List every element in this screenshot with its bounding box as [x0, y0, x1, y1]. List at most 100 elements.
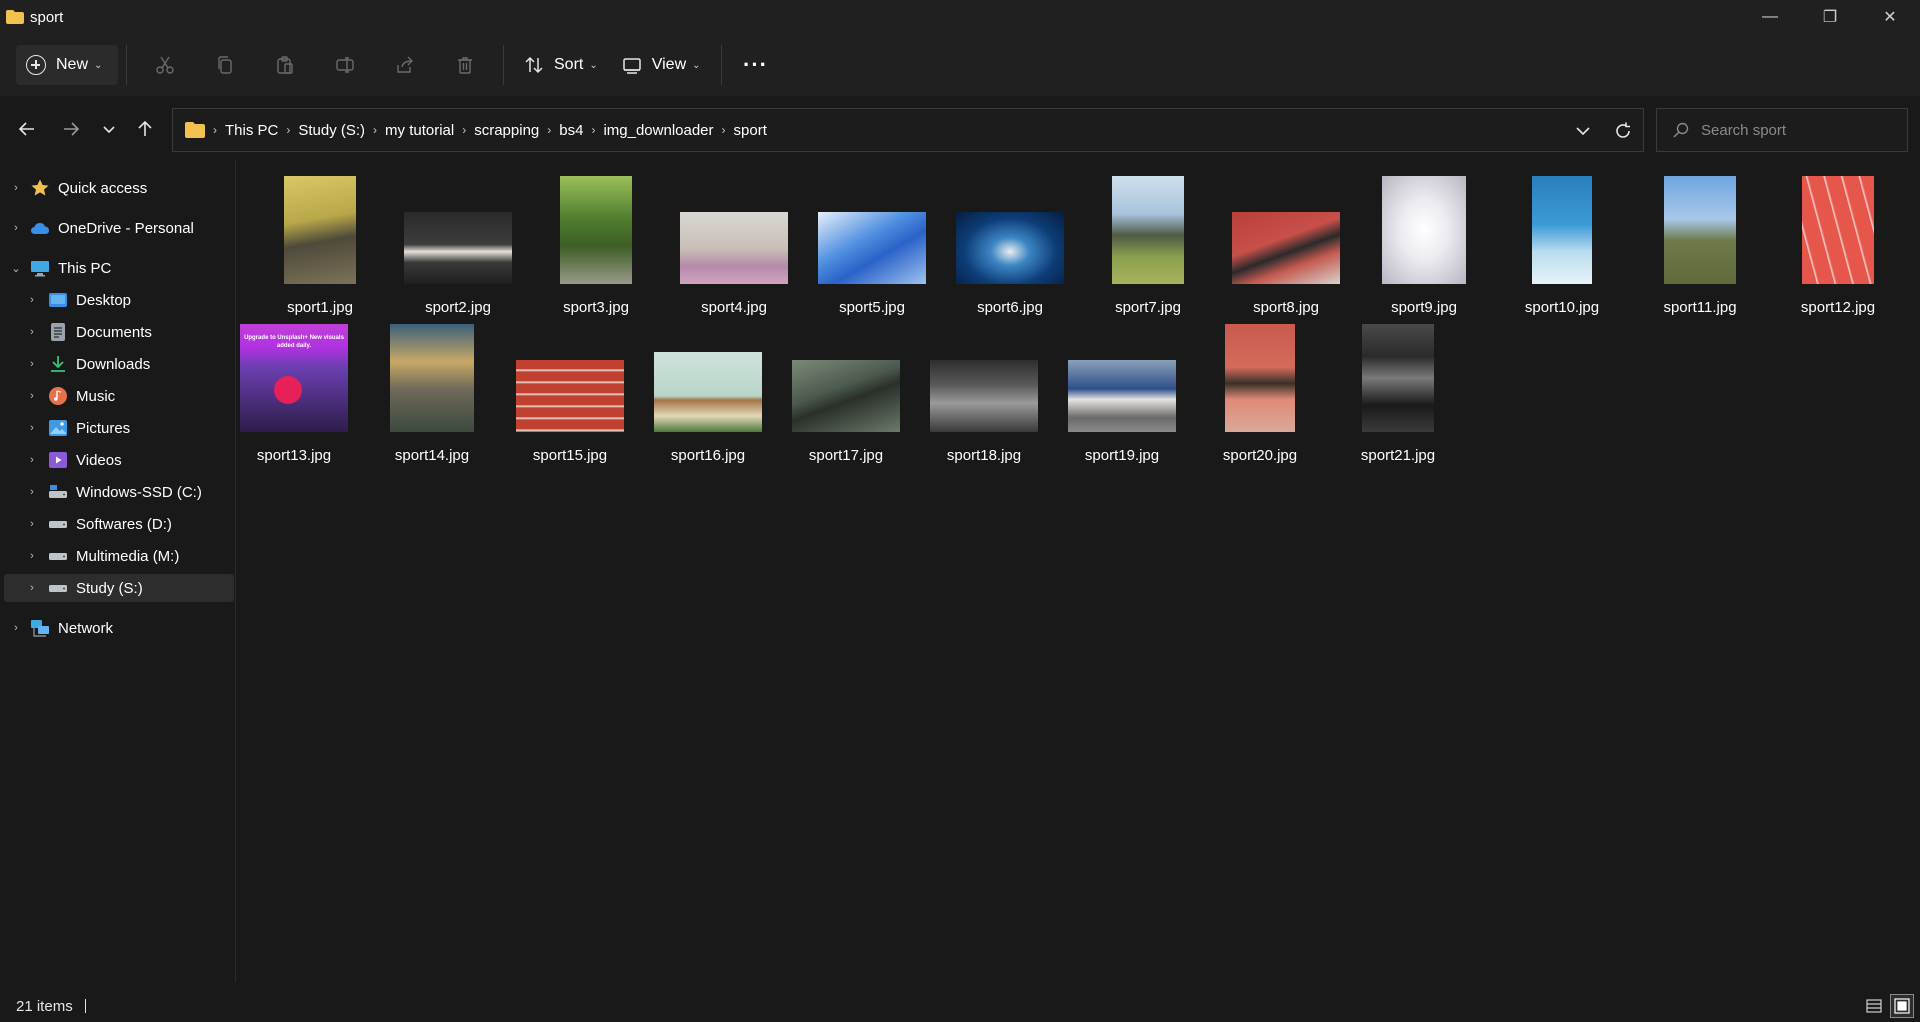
expand-arrow-icon[interactable]: ›	[26, 518, 38, 530]
expand-arrow-icon[interactable]: ›	[26, 550, 38, 562]
cut-button[interactable]	[135, 45, 195, 85]
up-button[interactable]	[128, 112, 162, 146]
file-item[interactable]: Upgrade to Unsplash+ New visuals added d…	[225, 324, 363, 474]
sidebar-item-desktop[interactable]: › Desktop	[4, 286, 234, 314]
expand-arrow-icon[interactable]: ›	[26, 326, 38, 338]
window-controls: — ❐ ✕	[1740, 0, 1920, 34]
share-button[interactable]	[375, 45, 435, 85]
file-item[interactable]: sport10.jpg	[1493, 176, 1631, 326]
item-count: 21 items	[16, 997, 73, 1015]
file-item[interactable]: sport12.jpg	[1769, 176, 1907, 326]
expand-arrow-icon[interactable]: ›	[26, 358, 38, 370]
breadcrumb-separator[interactable]: ›	[722, 123, 726, 137]
sidebar-item-label: Network	[58, 619, 114, 637]
file-name: sport21.jpg	[1360, 447, 1436, 464]
expand-arrow-icon[interactable]: ›	[10, 622, 22, 634]
sidebar-item-quick-access[interactable]: › Quick access	[4, 174, 234, 202]
file-item[interactable]: sport5.jpg	[803, 176, 941, 326]
file-item[interactable]: sport9.jpg	[1355, 176, 1493, 326]
forward-button[interactable]	[54, 112, 88, 146]
maximize-button[interactable]: ❐	[1800, 0, 1860, 34]
file-item[interactable]: sport8.jpg	[1217, 176, 1355, 326]
file-item[interactable]: sport4.jpg	[665, 176, 803, 326]
file-item[interactable]: sport16.jpg	[639, 324, 777, 474]
file-item[interactable]: sport11.jpg	[1631, 176, 1769, 326]
expand-arrow-icon[interactable]: ›	[26, 294, 38, 306]
sidebar-item-videos[interactable]: › Videos	[4, 446, 234, 474]
sidebar-item-study[interactable]: › Study (S:)	[4, 574, 234, 602]
file-item[interactable]: sport17.jpg	[777, 324, 915, 474]
file-item[interactable]: sport6.jpg	[941, 176, 1079, 326]
more-options-button[interactable]: ···	[730, 45, 782, 85]
paste-icon	[277, 56, 293, 74]
image-thumbnail	[654, 352, 762, 432]
expand-arrow-icon[interactable]: ›	[26, 582, 38, 594]
plus-icon	[26, 55, 46, 75]
file-item[interactable]: sport21.jpg	[1329, 324, 1467, 474]
breadcrumb-separator[interactable]: ›	[591, 123, 595, 137]
breadcrumb-sport[interactable]: sport	[734, 122, 767, 139]
minimize-button[interactable]: —	[1740, 0, 1800, 34]
breadcrumb-img-downloader[interactable]: img_downloader	[603, 122, 713, 139]
breadcrumb-scrapping[interactable]: scrapping	[474, 122, 539, 139]
file-name: sport3.jpg	[563, 299, 629, 316]
sort-button[interactable]: Sort ⌄	[512, 45, 610, 85]
paste-button[interactable]	[255, 45, 315, 85]
expand-arrow-icon[interactable]: ›	[26, 454, 38, 466]
sidebar-item-windows-ssd[interactable]: › Windows-SSD (C:)	[4, 478, 234, 506]
details-view-button[interactable]	[1862, 994, 1886, 1018]
file-item[interactable]: sport1.jpg	[251, 176, 389, 326]
breadcrumb-study-drive[interactable]: Study (S:)	[298, 122, 365, 139]
file-item[interactable]: sport7.jpg	[1079, 176, 1217, 326]
sidebar-item-softwares[interactable]: › Softwares (D:)	[4, 510, 234, 538]
file-item[interactable]: sport3.jpg	[527, 176, 665, 326]
sidebar-item-label: Pictures	[76, 419, 131, 437]
expand-arrow-icon[interactable]: ›	[26, 486, 38, 498]
thumbnails-view-button[interactable]	[1890, 994, 1914, 1018]
address-bar[interactable]: › This PC › Study (S:) › my tutorial › s…	[172, 108, 1644, 152]
file-item[interactable]: sport18.jpg	[915, 324, 1053, 474]
image-thumbnail	[1802, 176, 1874, 284]
search-input[interactable]: Search sport	[1701, 122, 1786, 139]
breadcrumb-separator[interactable]: ›	[373, 123, 377, 137]
sidebar-item-pictures[interactable]: › Pictures	[4, 414, 234, 442]
sidebar-item-downloads[interactable]: › Downloads	[4, 350, 234, 378]
expand-arrow-icon[interactable]: ›	[26, 422, 38, 434]
file-item[interactable]: sport14.jpg	[363, 324, 501, 474]
sidebar-item-multimedia[interactable]: › Multimedia (M:)	[4, 542, 234, 570]
file-item[interactable]: sport2.jpg	[389, 176, 527, 326]
search-box[interactable]: Search sport	[1656, 108, 1908, 152]
copy-icon	[218, 56, 232, 74]
sidebar-item-network[interactable]: › Network	[4, 614, 234, 642]
view-button[interactable]: View ⌄	[610, 45, 713, 85]
file-item[interactable]: sport20.jpg	[1191, 324, 1329, 474]
sidebar-item-this-pc[interactable]: ⌄ This PC	[4, 254, 234, 282]
breadcrumb-separator[interactable]: ›	[462, 123, 466, 137]
copy-button[interactable]	[195, 45, 255, 85]
breadcrumb-my-tutorial[interactable]: my tutorial	[385, 122, 454, 139]
breadcrumb-separator[interactable]: ›	[547, 123, 551, 137]
chevron-down-icon: ⌄	[94, 59, 103, 71]
breadcrumb-bs4[interactable]: bs4	[559, 122, 583, 139]
refresh-button[interactable]	[1613, 121, 1633, 141]
expand-arrow-icon[interactable]: ›	[10, 182, 22, 194]
breadcrumb-separator[interactable]: ›	[286, 123, 290, 137]
sidebar-item-documents[interactable]: › Documents	[4, 318, 234, 346]
expand-arrow-icon[interactable]: ›	[10, 222, 22, 234]
new-button[interactable]: New ⌄	[16, 45, 118, 85]
expand-arrow-icon[interactable]: ›	[26, 390, 38, 402]
back-button[interactable]	[10, 112, 44, 146]
image-thumbnail	[1225, 324, 1295, 432]
address-history-button[interactable]	[1573, 121, 1593, 141]
breadcrumb-this-pc[interactable]: This PC	[225, 122, 278, 139]
sidebar-item-music[interactable]: › Music	[4, 382, 234, 410]
sidebar-item-onedrive[interactable]: › OneDrive - Personal	[4, 214, 234, 242]
file-name: sport11.jpg	[1663, 299, 1737, 316]
recent-locations-button[interactable]	[92, 112, 126, 146]
file-item[interactable]: sport19.jpg	[1053, 324, 1191, 474]
collapse-arrow-icon[interactable]: ⌄	[10, 262, 22, 275]
rename-button[interactable]	[315, 45, 375, 85]
file-item[interactable]: sport15.jpg	[501, 324, 639, 474]
delete-button[interactable]	[435, 45, 495, 85]
close-button[interactable]: ✕	[1860, 0, 1920, 34]
